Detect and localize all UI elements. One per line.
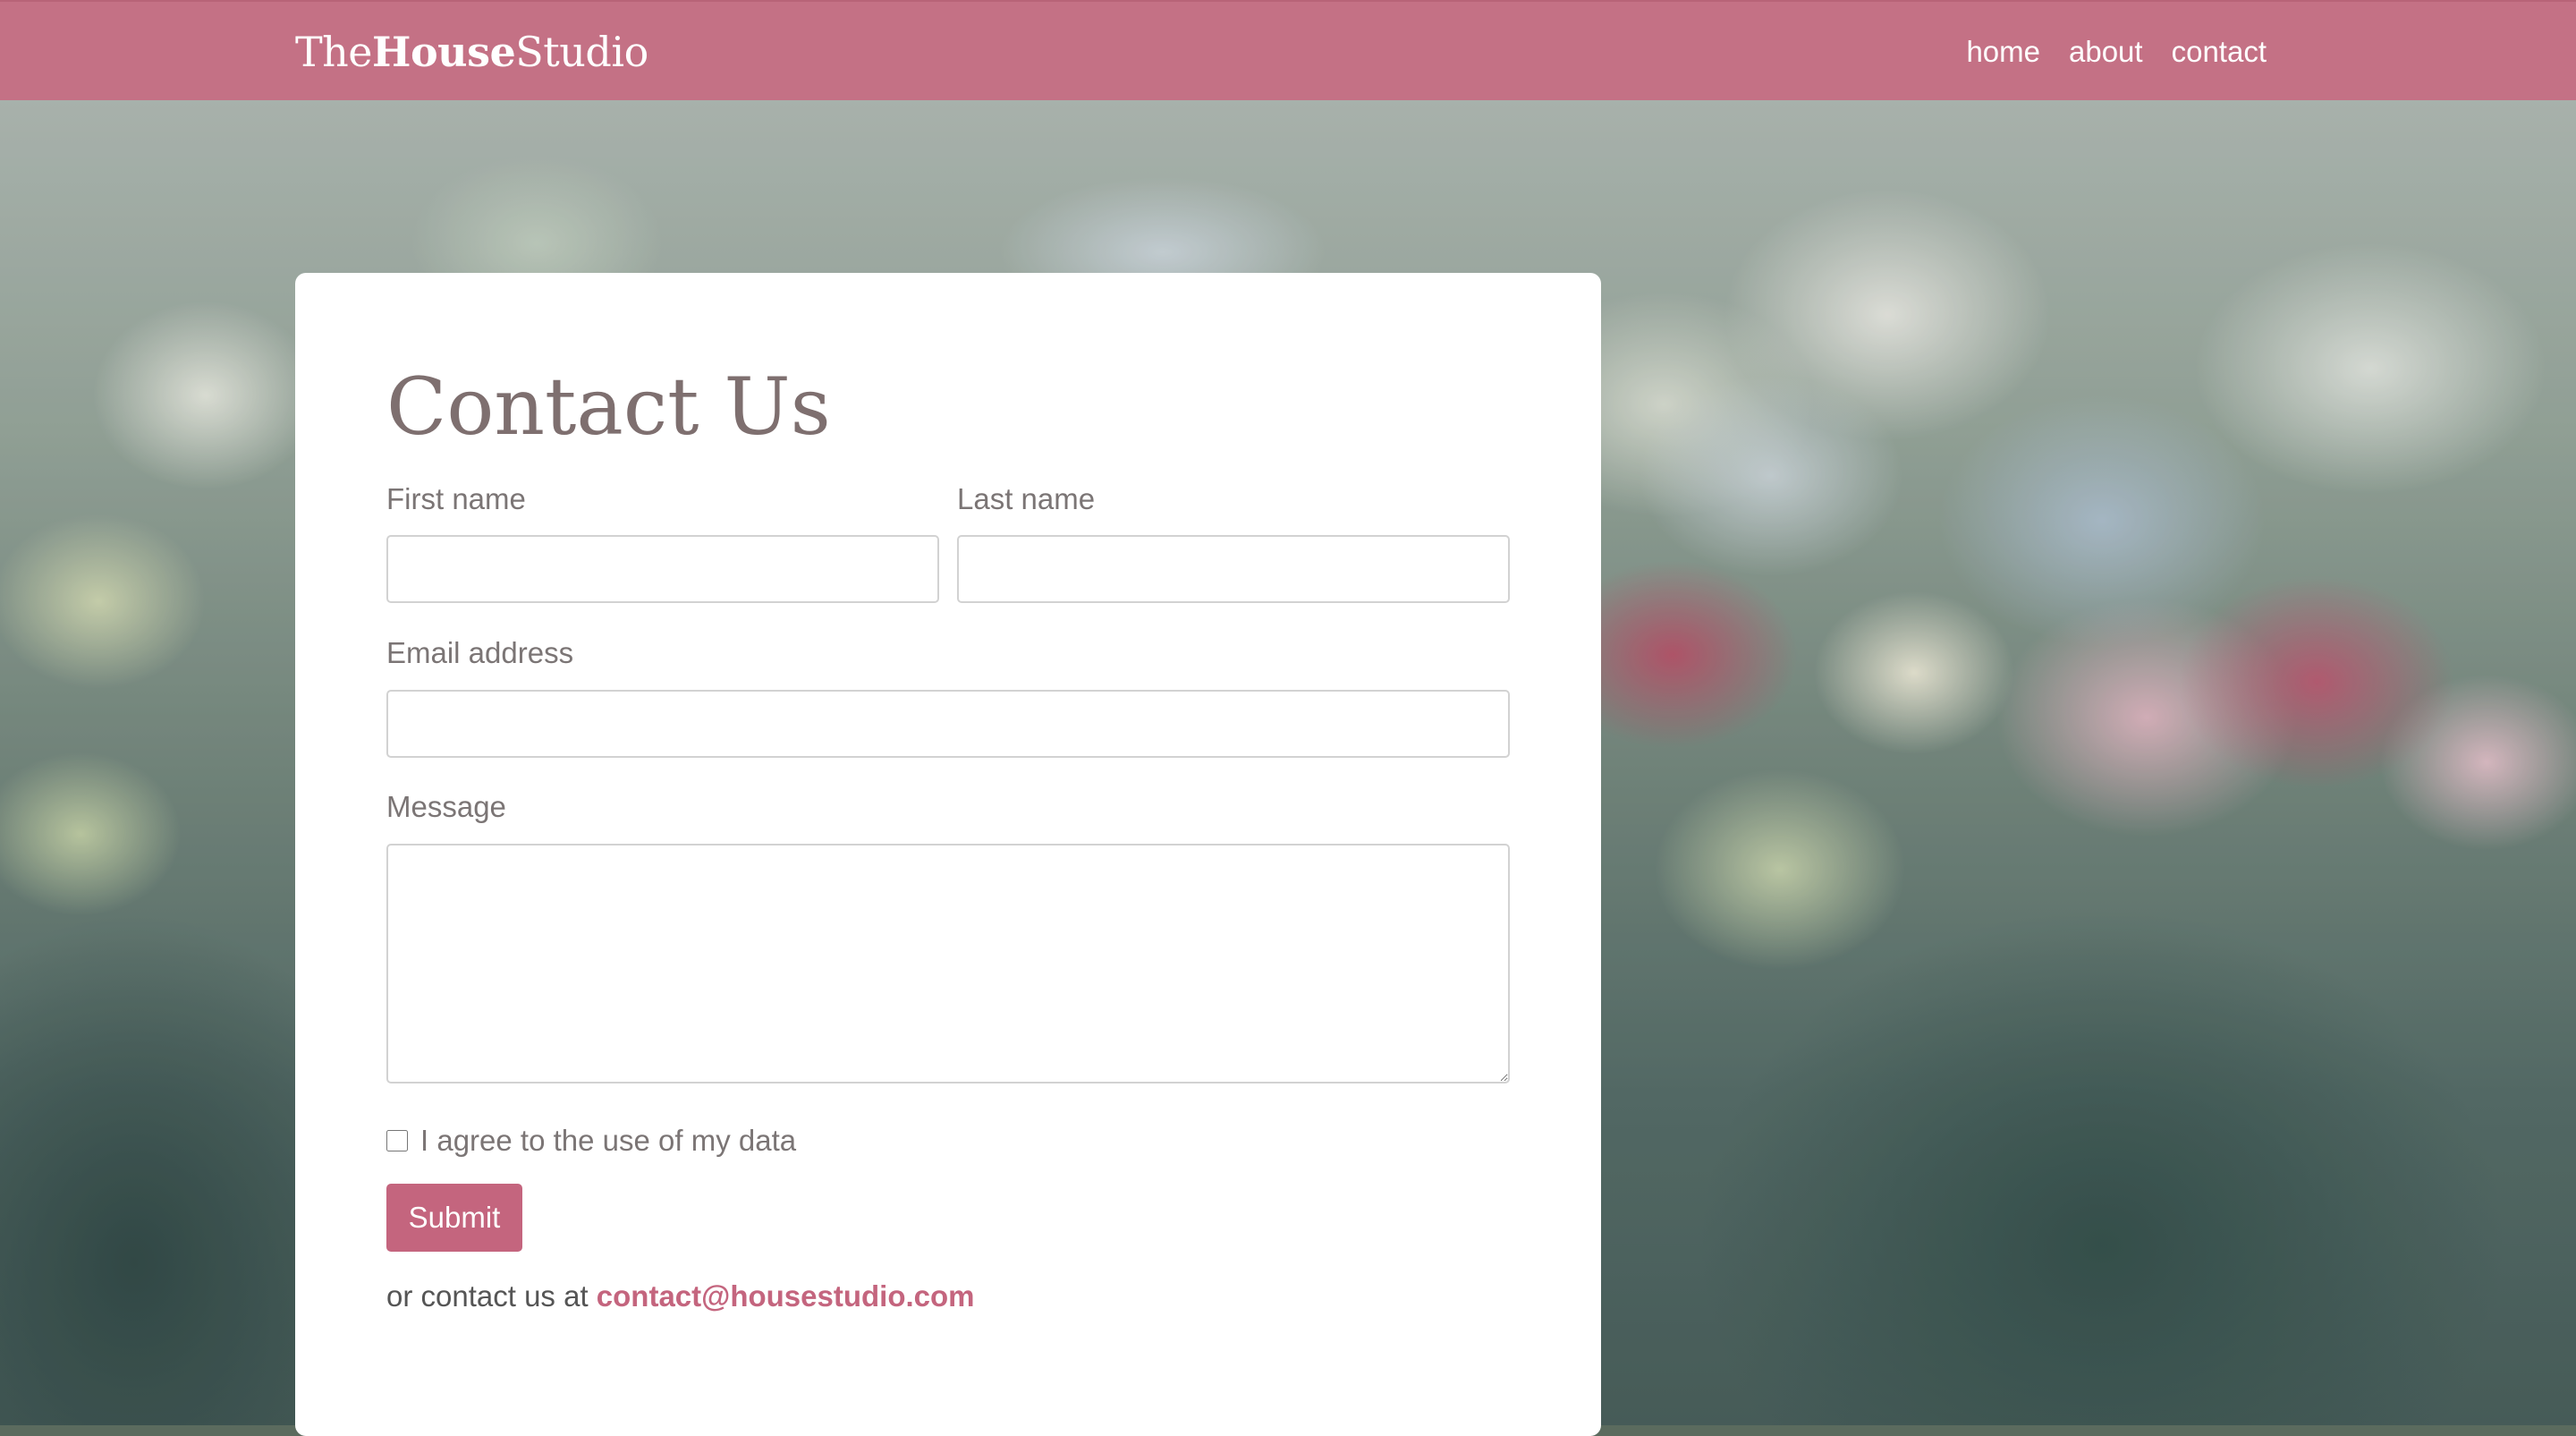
alt-contact-text: or contact us at contact@housestudio.com [386, 1277, 975, 1316]
brand-text-house: House [372, 28, 516, 76]
page-title: Contact Us [386, 361, 831, 453]
nav-link-home[interactable]: home [1966, 32, 2040, 72]
consent-label[interactable]: I agree to the use of my data [420, 1123, 796, 1159]
top-navbar: TheHouseStudio home about contact [0, 0, 2576, 100]
consent-row: I agree to the use of my data [386, 1123, 796, 1159]
contact-email-link[interactable]: contact@housestudio.com [597, 1279, 975, 1313]
alt-contact-prefix: or contact us at [386, 1279, 597, 1313]
first-name-label: First name [386, 482, 526, 515]
last-name-label: Last name [957, 482, 1096, 515]
submit-button[interactable]: Submit [386, 1184, 522, 1252]
contact-card: Contact Us First name Last name Email ad… [295, 273, 1601, 1436]
consent-checkbox[interactable] [386, 1130, 408, 1151]
message-textarea[interactable] [386, 844, 1510, 1083]
email-label: Email address [386, 636, 574, 669]
brand-text-studio: Studio [515, 28, 648, 76]
brand-logo[interactable]: TheHouseStudio [295, 25, 648, 79]
nav-link-contact[interactable]: contact [2172, 32, 2267, 72]
brand-text-the: The [295, 28, 373, 76]
nav-link-about[interactable]: about [2069, 32, 2143, 72]
message-label: Message [386, 790, 506, 823]
first-name-field[interactable] [386, 535, 939, 603]
last-name-field[interactable] [957, 535, 1510, 603]
email-field[interactable] [386, 690, 1510, 758]
nav-menu: home about contact [1966, 32, 2267, 72]
